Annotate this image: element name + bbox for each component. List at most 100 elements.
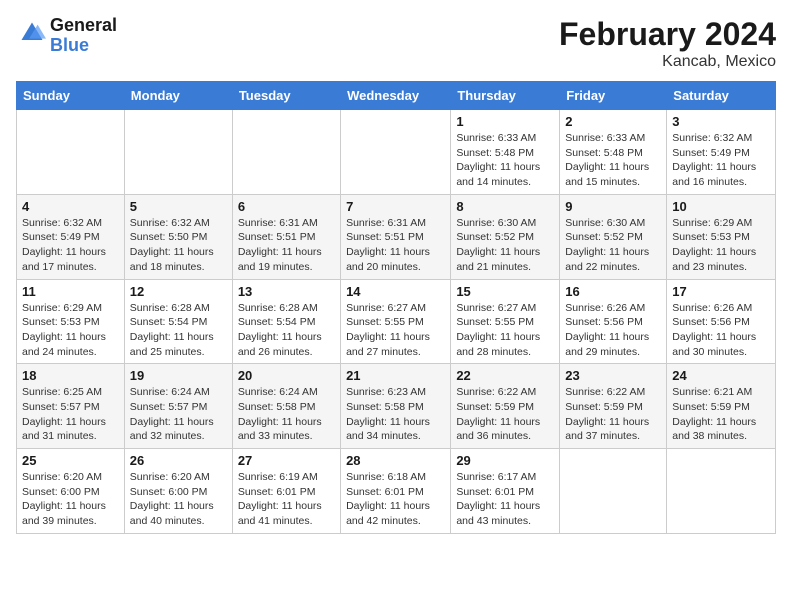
calendar-cell: 17 Sunrise: 6:26 AMSunset: 5:56 PMDayligh…	[667, 279, 776, 364]
day-info: Sunrise: 6:19 AMSunset: 6:01 PMDaylight:…	[238, 470, 335, 529]
day-info: Sunrise: 6:25 AMSunset: 5:57 PMDaylight:…	[22, 385, 119, 444]
calendar-cell: 9Sunrise: 6:30 AMSunset: 5:52 PMDaylight…	[560, 194, 667, 279]
calendar-cell: 2 Sunrise: 6:33 AMSunset: 5:48 PMDaylight…	[560, 110, 667, 195]
logo-icon	[18, 19, 46, 47]
calendar-cell	[341, 110, 451, 195]
calendar-cell: 5 Sunrise: 6:32 AMSunset: 5:50 PMDaylight…	[124, 194, 232, 279]
day-info: Sunrise: 6:26 AMSunset: 5:56 PMDaylight:…	[565, 301, 661, 360]
day-info: Sunrise: 6:31 AMSunset: 5:51 PMDaylight:…	[346, 216, 445, 275]
day-info: Sunrise: 6:22 AMSunset: 5:59 PMDaylight:…	[565, 385, 661, 444]
column-header-monday: Monday	[124, 82, 232, 110]
column-header-friday: Friday	[560, 82, 667, 110]
calendar-week-4: 18 Sunrise: 6:25 AMSunset: 5:57 PMDayligh…	[17, 364, 776, 449]
day-number: 16	[565, 284, 661, 299]
day-info: Sunrise: 6:22 AMSunset: 5:59 PMDaylight:…	[456, 385, 554, 444]
day-number: 19	[130, 368, 227, 383]
logo-blue: Blue	[50, 35, 89, 55]
calendar-cell: 11 Sunrise: 6:29 AMSunset: 5:53 PMDayligh…	[17, 279, 125, 364]
day-number: 5	[130, 199, 227, 214]
column-header-saturday: Saturday	[667, 82, 776, 110]
calendar-cell: 22Sunrise: 6:22 AMSunset: 5:59 PMDayligh…	[451, 364, 560, 449]
calendar-cell: 12 Sunrise: 6:28 AMSunset: 5:54 PMDayligh…	[124, 279, 232, 364]
day-number: 14	[346, 284, 445, 299]
day-number: 13	[238, 284, 335, 299]
column-header-thursday: Thursday	[451, 82, 560, 110]
day-info: Sunrise: 6:33 AMSunset: 5:48 PMDaylight:…	[565, 131, 661, 190]
calendar-cell	[232, 110, 340, 195]
logo: General Blue	[16, 16, 117, 56]
day-info: Sunrise: 6:20 AMSunset: 6:00 PMDaylight:…	[130, 470, 227, 529]
page-header: General Blue February 2024 Kancab, Mexic…	[16, 16, 776, 71]
calendar-cell	[667, 449, 776, 534]
calendar-cell: 25 Sunrise: 6:20 AMSunset: 6:00 PMDayligh…	[17, 449, 125, 534]
logo-general: General	[50, 15, 117, 35]
day-number: 8	[456, 199, 554, 214]
day-info: Sunrise: 6:30 AMSunset: 5:52 PMDaylight:…	[565, 216, 661, 275]
calendar-week-1: 1Sunrise: 6:33 AMSunset: 5:48 PMDaylight…	[17, 110, 776, 195]
day-number: 18	[22, 368, 119, 383]
calendar-cell: 10 Sunrise: 6:29 AMSunset: 5:53 PMDayligh…	[667, 194, 776, 279]
day-info: Sunrise: 6:23 AMSunset: 5:58 PMDaylight:…	[346, 385, 445, 444]
day-info: Sunrise: 6:27 AMSunset: 5:55 PMDaylight:…	[456, 301, 554, 360]
day-info: Sunrise: 6:26 AMSunset: 5:56 PMDaylight:…	[672, 301, 770, 360]
day-number: 24	[672, 368, 770, 383]
day-info: Sunrise: 6:29 AMSunset: 5:53 PMDaylight:…	[672, 216, 770, 275]
day-number: 29	[456, 453, 554, 468]
day-number: 23	[565, 368, 661, 383]
calendar-cell: 15 Sunrise: 6:27 AMSunset: 5:55 PMDayligh…	[451, 279, 560, 364]
calendar-header-row: SundayMondayTuesdayWednesdayThursdayFrid…	[17, 82, 776, 110]
day-number: 21	[346, 368, 445, 383]
day-number: 27	[238, 453, 335, 468]
calendar-cell: 1Sunrise: 6:33 AMSunset: 5:48 PMDaylight…	[451, 110, 560, 195]
calendar-cell: 14 Sunrise: 6:27 AMSunset: 5:55 PMDayligh…	[341, 279, 451, 364]
title-block: February 2024 Kancab, Mexico	[559, 16, 776, 71]
day-number: 20	[238, 368, 335, 383]
day-number: 28	[346, 453, 445, 468]
calendar-week-5: 25 Sunrise: 6:20 AMSunset: 6:00 PMDayligh…	[17, 449, 776, 534]
day-number: 17	[672, 284, 770, 299]
day-info: Sunrise: 6:31 AMSunset: 5:51 PMDaylight:…	[238, 216, 335, 275]
day-number: 7	[346, 199, 445, 214]
day-number: 3	[672, 114, 770, 129]
day-info: Sunrise: 6:21 AMSunset: 5:59 PMDaylight:…	[672, 385, 770, 444]
day-info: Sunrise: 6:17 AMSunset: 6:01 PMDaylight:…	[456, 470, 554, 529]
calendar-cell: 4 Sunrise: 6:32 AMSunset: 5:49 PMDaylight…	[17, 194, 125, 279]
calendar-cell: 26Sunrise: 6:20 AMSunset: 6:00 PMDayligh…	[124, 449, 232, 534]
calendar-cell: 19 Sunrise: 6:24 AMSunset: 5:57 PMDayligh…	[124, 364, 232, 449]
day-info: Sunrise: 6:28 AMSunset: 5:54 PMDaylight:…	[238, 301, 335, 360]
day-info: Sunrise: 6:27 AMSunset: 5:55 PMDaylight:…	[346, 301, 445, 360]
day-info: Sunrise: 6:32 AMSunset: 5:49 PMDaylight:…	[22, 216, 119, 275]
day-number: 4	[22, 199, 119, 214]
day-info: Sunrise: 6:32 AMSunset: 5:50 PMDaylight:…	[130, 216, 227, 275]
day-info: Sunrise: 6:24 AMSunset: 5:57 PMDaylight:…	[130, 385, 227, 444]
calendar-cell: 7 Sunrise: 6:31 AMSunset: 5:51 PMDaylight…	[341, 194, 451, 279]
day-info: Sunrise: 6:28 AMSunset: 5:54 PMDaylight:…	[130, 301, 227, 360]
day-info: Sunrise: 6:18 AMSunset: 6:01 PMDaylight:…	[346, 470, 445, 529]
day-number: 10	[672, 199, 770, 214]
calendar-cell: 28 Sunrise: 6:18 AMSunset: 6:01 PMDayligh…	[341, 449, 451, 534]
day-number: 25	[22, 453, 119, 468]
day-info: Sunrise: 6:20 AMSunset: 6:00 PMDaylight:…	[22, 470, 119, 529]
calendar-cell: 21 Sunrise: 6:23 AMSunset: 5:58 PMDayligh…	[341, 364, 451, 449]
calendar-cell: 23 Sunrise: 6:22 AMSunset: 5:59 PMDayligh…	[560, 364, 667, 449]
calendar-cell: 24 Sunrise: 6:21 AMSunset: 5:59 PMDayligh…	[667, 364, 776, 449]
calendar-subtitle: Kancab, Mexico	[559, 53, 776, 71]
day-number: 15	[456, 284, 554, 299]
day-number: 2	[565, 114, 661, 129]
day-info: Sunrise: 6:29 AMSunset: 5:53 PMDaylight:…	[22, 301, 119, 360]
calendar-title: February 2024	[559, 16, 776, 53]
day-info: Sunrise: 6:32 AMSunset: 5:49 PMDaylight:…	[672, 131, 770, 190]
calendar-cell: 6 Sunrise: 6:31 AMSunset: 5:51 PMDaylight…	[232, 194, 340, 279]
day-info: Sunrise: 6:24 AMSunset: 5:58 PMDaylight:…	[238, 385, 335, 444]
calendar-cell	[124, 110, 232, 195]
day-info: Sunrise: 6:33 AMSunset: 5:48 PMDaylight:…	[456, 131, 554, 190]
column-header-wednesday: Wednesday	[341, 82, 451, 110]
calendar-cell: 3 Sunrise: 6:32 AMSunset: 5:49 PMDaylight…	[667, 110, 776, 195]
calendar-table: SundayMondayTuesdayWednesdayThursdayFrid…	[16, 81, 776, 534]
calendar-cell: 16 Sunrise: 6:26 AMSunset: 5:56 PMDayligh…	[560, 279, 667, 364]
day-number: 12	[130, 284, 227, 299]
day-number: 6	[238, 199, 335, 214]
calendar-cell	[560, 449, 667, 534]
day-number: 11	[22, 284, 119, 299]
calendar-week-2: 4 Sunrise: 6:32 AMSunset: 5:49 PMDaylight…	[17, 194, 776, 279]
